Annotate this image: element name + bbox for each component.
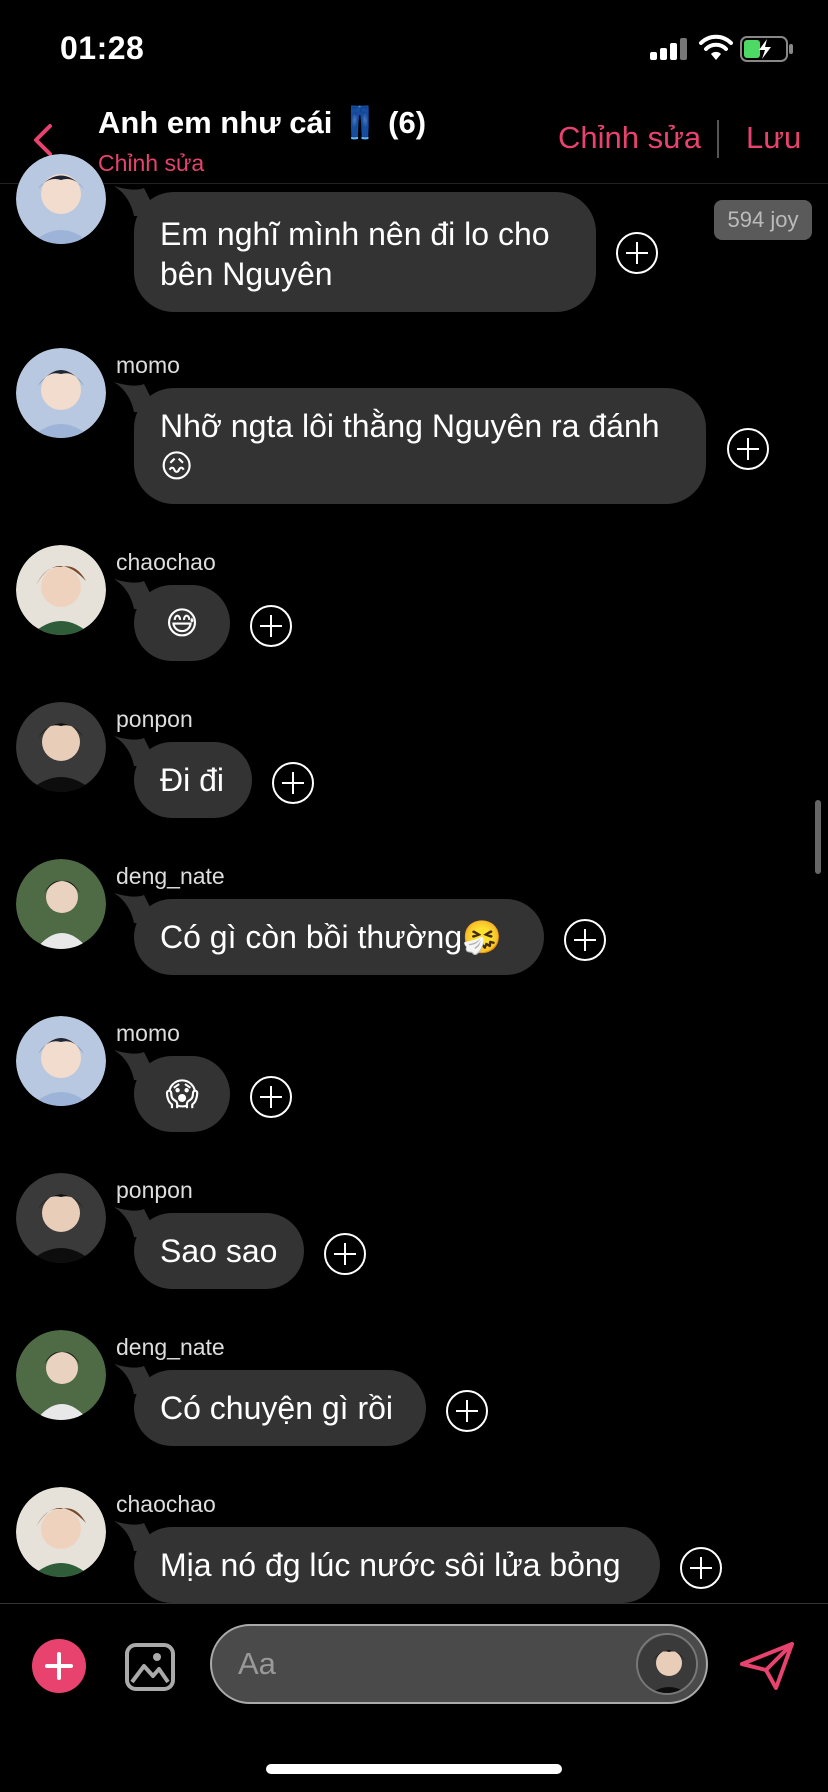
sender-name: momo [116,352,180,378]
battery-charging-icon [740,36,793,62]
message-text: Sao sao [160,1233,278,1269]
message-bubble[interactable]: Sao sao [114,1207,304,1289]
avatar[interactable] [16,1173,106,1263]
image-gallery-icon[interactable] [124,1642,176,1692]
cellular-signal-icon [650,38,690,60]
message-bubble[interactable]: Đi đi [114,736,252,818]
sender-name: deng_nate [116,1334,225,1360]
home-indicator[interactable] [266,1764,562,1774]
message-text: Nhỡ ngta lôi thằng Nguyên ra đánh 😖 [160,408,660,484]
add-reaction-icon[interactable] [680,1547,722,1589]
message-text: Đi đi [160,762,225,798]
message-text: Có gì còn bồi thường🤧 [160,919,502,955]
add-reaction-icon[interactable] [616,232,658,274]
sender-name: deng_nate [116,863,225,889]
add-reaction-icon[interactable] [446,1390,488,1432]
sender-name: ponpon [116,706,193,732]
add-reaction-icon[interactable] [272,762,314,804]
avatar[interactable] [16,154,106,244]
avatar[interactable] [16,348,106,438]
sender-name: chaochao [116,1491,216,1517]
add-reaction-icon[interactable] [727,428,769,470]
status-bar: 01:28 [0,0,828,100]
sender-name: chaochao [116,549,216,575]
message-bubble[interactable]: 😅 [114,579,230,661]
save-button[interactable]: Lưu [746,120,801,156]
sender-avatar[interactable] [636,1633,698,1695]
avatar[interactable] [16,1016,106,1106]
chat-header: Anh em như cái 👖 (6) Chỉnh sửa Chỉnh sửa… [0,100,828,184]
avatar[interactable] [16,1330,106,1420]
edit-button[interactable]: Chỉnh sửa [558,120,701,156]
chat-title: Anh em như cái 👖 (6) [98,105,427,140]
status-time: 01:28 [60,30,145,66]
message-text: 😱 [165,1076,199,1112]
add-reaction-icon[interactable] [250,1076,292,1118]
scrollbar[interactable] [815,800,821,874]
chat-subtitle-edit[interactable]: Chỉnh sửa [98,150,204,177]
send-icon[interactable] [738,1640,796,1692]
header-divider [717,120,719,158]
message-bubble[interactable]: Em nghĩ mình nên đi lo cho bên Nguyên [114,186,596,312]
joy-points-badge: 594 joy [714,200,812,240]
avatar[interactable] [16,859,106,949]
avatar[interactable] [16,545,106,635]
message-input-container [210,1624,708,1704]
message-bubble[interactable]: Nhỡ ngta lôi thằng Nguyên ra đánh 😖 [114,382,706,504]
message-bubble[interactable]: Có gì còn bồi thường🤧 [114,893,544,975]
message-text: Mịa nó đg lúc nước sôi lửa bỏng [160,1547,621,1583]
add-reaction-icon[interactable] [250,605,292,647]
sender-name: ponpon [116,1177,193,1203]
avatar[interactable] [16,702,106,792]
wifi-icon [699,34,733,60]
add-reaction-icon[interactable] [324,1233,366,1275]
add-attachment-button[interactable] [32,1639,86,1693]
message-bubble[interactable]: 😱 [114,1050,230,1132]
add-reaction-icon[interactable] [564,919,606,961]
message-text: Có chuyện gì rồi [160,1390,394,1426]
sender-name: momo [116,1020,180,1046]
message-bubble[interactable]: Có chuyện gì rồi [114,1364,426,1446]
message-bubble[interactable]: Mịa nó đg lúc nước sôi lửa bỏng [114,1521,660,1603]
message-text: 😅 [165,605,199,641]
message-input[interactable] [238,1644,598,1684]
avatar[interactable] [16,1487,106,1577]
message-text: Em nghĩ mình nên đi lo cho bên Nguyên [160,216,550,292]
